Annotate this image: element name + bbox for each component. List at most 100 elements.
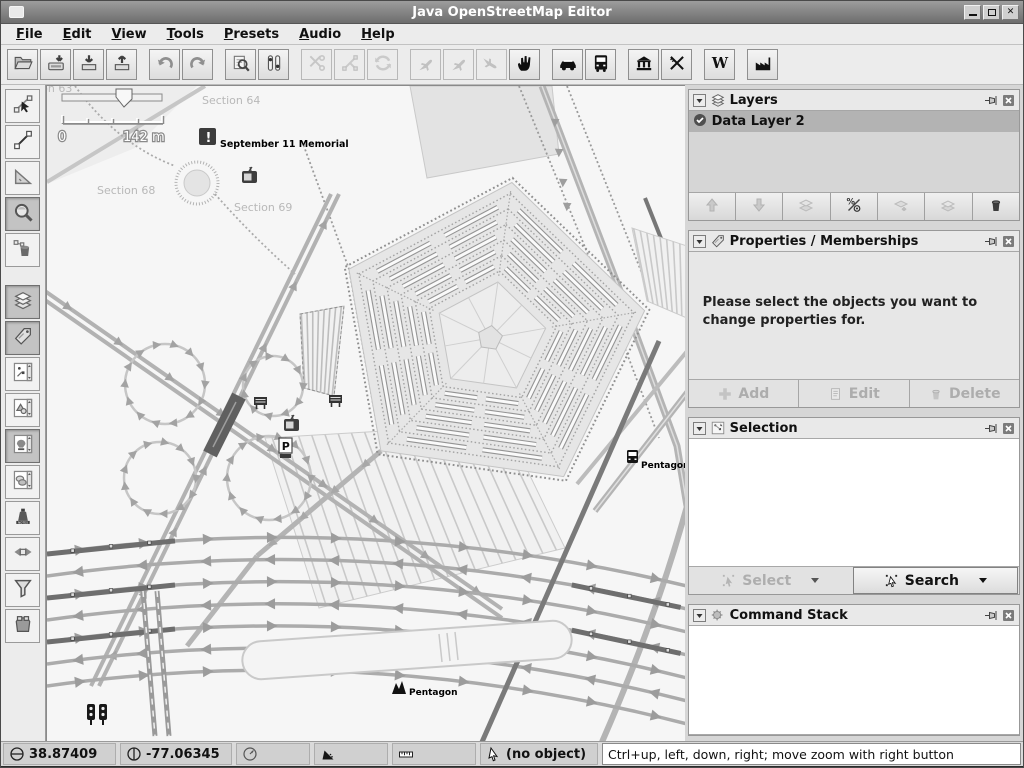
commandstack-dialog-toggle-button[interactable] [5, 429, 40, 463]
selection-dialog-toggle-button[interactable] [5, 357, 40, 391]
search-button[interactable]: Search [853, 567, 1018, 594]
validator-dialog-toggle-icon [12, 469, 34, 495]
menu-audio[interactable]: Audio [290, 25, 350, 44]
delete-tool-button[interactable] [5, 233, 40, 267]
layers-pin-icon[interactable] [984, 94, 998, 107]
validator-dialog-toggle-button[interactable] [5, 465, 40, 499]
layers-close-icon[interactable] [1002, 94, 1015, 107]
draw-node-tool-button[interactable] [5, 125, 40, 159]
redo-icon [188, 53, 208, 77]
add-button[interactable]: Add [689, 380, 799, 407]
layers-dialog-toggle-button[interactable] [5, 285, 40, 319]
zoom-tool-button[interactable] [5, 197, 40, 231]
move-layer-up-button[interactable] [689, 193, 736, 220]
merge-layer-button[interactable] [783, 193, 830, 220]
layer-visibility-button[interactable] [925, 193, 972, 220]
museum-button[interactable] [628, 49, 659, 80]
properties-close-icon[interactable] [1002, 235, 1015, 248]
save-button[interactable] [40, 49, 71, 80]
bus-button[interactable] [585, 49, 616, 80]
map-label-section69: Section 69 [234, 201, 292, 214]
select-dropdown-arrow[interactable] [811, 578, 819, 583]
changeset-dialog-toggle-button[interactable] [5, 609, 40, 643]
selection-close-icon[interactable] [1002, 422, 1015, 435]
edit-button[interactable]: Edit [799, 380, 909, 407]
measure-tool-button[interactable] [5, 161, 40, 195]
select-tool-button[interactable] [5, 89, 40, 123]
menu-file[interactable]: File [7, 25, 52, 44]
relation-dialog-toggle-button[interactable] [5, 393, 40, 427]
notes-dialog-toggle-button[interactable]: NOTES [5, 501, 40, 535]
menu-help[interactable]: Help [352, 25, 403, 44]
properties-pin-icon[interactable] [984, 235, 998, 248]
move-layer-down-button[interactable] [736, 193, 783, 220]
factory-button[interactable] [747, 49, 778, 80]
map-view[interactable]: Section 63Section 64Section 68Section 69… [46, 85, 685, 741]
zoom-tool-icon [12, 201, 34, 227]
menu-view[interactable]: View [103, 25, 156, 44]
update-data-button[interactable] [367, 49, 398, 80]
filter-dialog-toggle-button[interactable] [5, 573, 40, 607]
open-button[interactable] [7, 49, 38, 80]
undo-icon [155, 53, 175, 77]
aircraft-3-button[interactable] [476, 49, 507, 80]
layer-opacity-button[interactable]: % [831, 193, 878, 220]
minimize-button[interactable] [964, 5, 981, 20]
combine-way-button[interactable] [334, 49, 365, 80]
upload-icon [112, 53, 132, 77]
layers-list[interactable]: Data Layer 2 [689, 110, 1019, 193]
layer-active-icon[interactable] [693, 113, 707, 131]
aircraft-1-button[interactable] [410, 49, 441, 80]
selection-collapse-icon[interactable] [693, 422, 706, 435]
redo-button[interactable] [182, 49, 213, 80]
selection-pin-icon[interactable] [984, 422, 998, 435]
menu-edit[interactable]: Edit [54, 25, 101, 44]
svg-text:NOTES: NOTES [18, 521, 28, 525]
object-cursor-icon [486, 746, 502, 762]
search-button[interactable] [225, 49, 256, 80]
delete-layer-icon [987, 196, 1005, 218]
maximize-button[interactable] [983, 5, 1000, 20]
museum-icon [634, 53, 654, 77]
select-button[interactable]: Select [689, 567, 852, 594]
download-button[interactable] [73, 49, 104, 80]
command-stack-close-icon[interactable] [1002, 609, 1015, 622]
bus-stop-icon [627, 450, 638, 463]
aircraft-3-icon [482, 53, 502, 77]
delete-button[interactable]: Delete [910, 380, 1019, 407]
selection-list[interactable] [689, 438, 1019, 567]
conflict-dialog-toggle-button[interactable] [5, 537, 40, 571]
edit-icon [828, 386, 844, 402]
restaurant-button[interactable] [661, 49, 692, 80]
map-canvas[interactable]: Section 63Section 64Section 68Section 69… [47, 86, 685, 741]
selection-icon [710, 420, 726, 436]
search-dropdown-arrow[interactable] [979, 578, 987, 583]
duplicate-layer-button[interactable] [878, 193, 925, 220]
castle-button[interactable]: W [704, 49, 735, 80]
car-button[interactable] [552, 49, 583, 80]
pan-button[interactable] [509, 49, 540, 80]
properties-dialog-toggle-button[interactable] [5, 321, 40, 355]
layers-collapse-icon[interactable] [693, 94, 706, 107]
title-bar[interactable]: Java OpenStreetMap Editor ✕ [1, 1, 1023, 24]
aircraft-2-button[interactable] [443, 49, 474, 80]
menu-tools[interactable]: Tools [158, 25, 213, 44]
menu-presets[interactable]: Presets [215, 25, 288, 44]
properties-collapse-icon[interactable] [693, 235, 706, 248]
upload-button[interactable] [106, 49, 137, 80]
command-stack-list[interactable] [689, 625, 1019, 735]
delete-layer-button[interactable] [973, 193, 1019, 220]
scale-zero-label: 0 [58, 130, 66, 145]
layer-row[interactable]: Data Layer 2 [689, 111, 1019, 132]
undo-button[interactable] [149, 49, 180, 80]
split-way-icon [307, 53, 327, 77]
selection-panel: Selection Select Search [688, 417, 1020, 595]
command-stack-pin-icon[interactable] [984, 609, 998, 622]
edit-toolbar: NOTES [1, 85, 46, 741]
close-button[interactable]: ✕ [1002, 5, 1019, 20]
select-cursor-icon [721, 573, 736, 588]
split-way-button[interactable] [301, 49, 332, 80]
preferences-button[interactable] [258, 49, 289, 80]
longitude-field: -77.06345 [120, 743, 232, 765]
command-stack-collapse-icon[interactable] [693, 609, 706, 622]
